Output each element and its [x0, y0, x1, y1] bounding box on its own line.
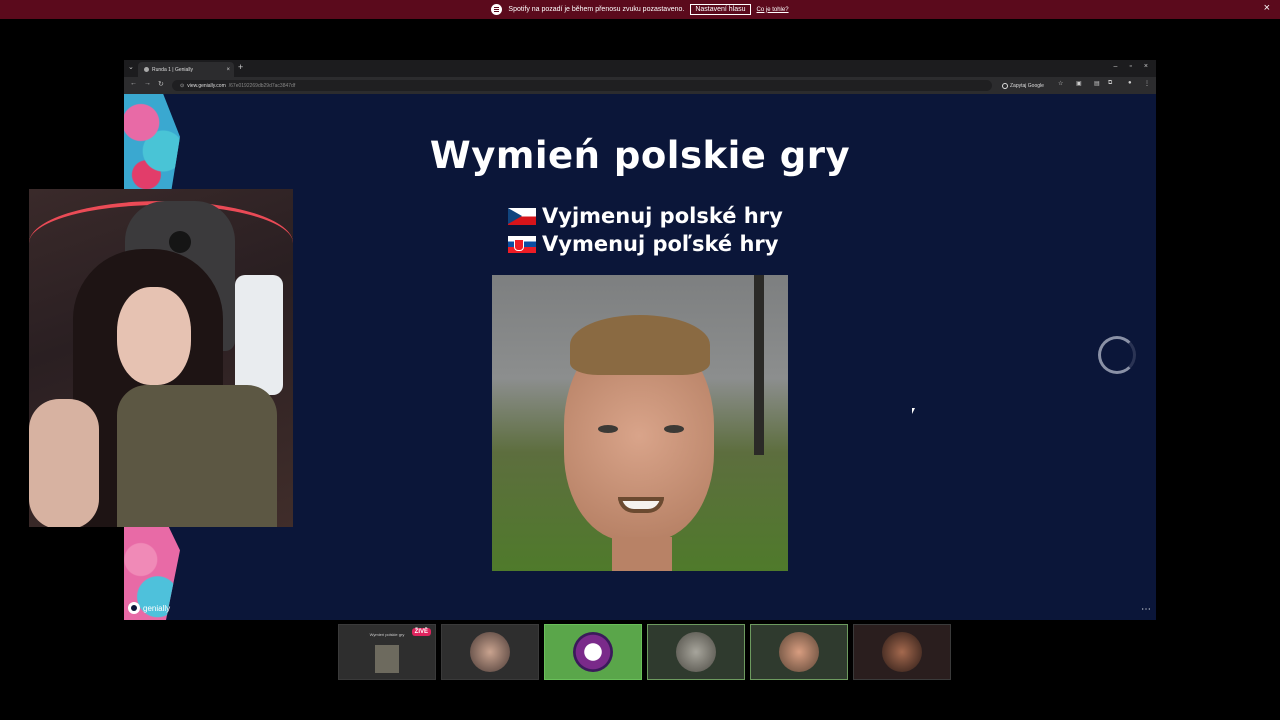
participant-tile[interactable] — [441, 624, 539, 680]
participant-tile-slide[interactable]: Wymień polskie gry ŽIVĚ — [338, 624, 436, 680]
streamer-shirt — [117, 385, 277, 527]
search-google-label: Zapytaj Google — [1010, 82, 1044, 89]
window-controls: – ▫ × — [1114, 63, 1148, 70]
portrait-image — [492, 275, 788, 571]
participant-tile[interactable] — [544, 624, 642, 680]
streamer-face — [117, 287, 191, 385]
webcam-feed — [29, 189, 293, 527]
new-tab-icon[interactable]: + — [238, 63, 243, 72]
hair — [570, 315, 710, 375]
participant-tile[interactable] — [647, 624, 745, 680]
avatar — [779, 632, 819, 672]
spotify-icon — [491, 4, 503, 15]
avatar — [676, 632, 716, 672]
tab-title: Runda 1 | Genially — [152, 66, 194, 73]
neck — [612, 537, 672, 571]
back-icon[interactable]: ← — [130, 80, 137, 87]
genially-favicon-icon — [144, 67, 149, 72]
minimize-icon[interactable]: – — [1114, 63, 1118, 70]
slovak-flag-icon — [508, 235, 536, 253]
avatar — [470, 632, 510, 672]
participant-tile[interactable] — [853, 624, 951, 680]
google-icon — [1002, 82, 1008, 89]
url-path: /67e0192269db29d7ac3847df — [228, 82, 296, 89]
browser-menu-icon[interactable]: ⋮ — [1144, 80, 1150, 87]
participant-tile[interactable] — [750, 624, 848, 680]
bookmark-star-icon[interactable]: ☆ — [1058, 80, 1063, 87]
address-bar[interactable]: ⊙ view.genially.com/67e0192269db29d7ac38… — [172, 80, 992, 91]
mouse-cursor-icon — [912, 408, 915, 414]
browser-toolbar: ← → ↻ ⊙ view.genially.com/67e0192269db29… — [124, 77, 1156, 94]
extension-icon[interactable]: ▤ — [1094, 80, 1100, 87]
microphone — [235, 275, 283, 395]
extensions-puzzle-icon[interactable]: ⧉ — [1108, 80, 1112, 87]
slide-title: Wymień polskie gry — [429, 134, 851, 177]
tab-search-icon[interactable]: ⌄ — [128, 63, 134, 71]
slide-thumb-image — [375, 645, 399, 673]
genially-logo-icon — [128, 602, 140, 614]
subtitle-czech: Vyjmenuj polské hry — [508, 204, 783, 228]
loading-spinner-icon — [1098, 336, 1136, 374]
eye — [598, 425, 618, 433]
czech-flag-icon — [508, 207, 536, 225]
more-options-icon[interactable]: ⋯ — [1141, 604, 1152, 615]
live-badge: ŽIVĚ — [411, 628, 431, 636]
voice-settings-button[interactable]: Nastavení hlasu — [690, 4, 751, 15]
site-info-icon[interactable]: ⊙ — [180, 83, 184, 89]
extension-icon[interactable]: ▣ — [1076, 80, 1082, 87]
search-google-button[interactable]: Zapytaj Google — [1002, 80, 1044, 91]
restore-icon[interactable]: ▫ — [1129, 63, 1131, 70]
tattooed-arm — [29, 399, 99, 527]
tab-close-icon[interactable]: × — [226, 67, 230, 73]
tab-strip: ⌄ Runda 1 | Genially × + – ▫ × — [124, 60, 1156, 77]
close-icon[interactable]: × — [1264, 3, 1270, 14]
genially-brand-label: genially — [143, 603, 171, 613]
window-close-icon[interactable]: × — [1144, 63, 1148, 70]
forward-icon[interactable]: → — [144, 80, 151, 87]
url-domain: view.genially.com — [187, 82, 226, 89]
what-is-this-link[interactable]: Co je tohle? — [757, 7, 789, 13]
eye — [664, 425, 684, 433]
browser-tab[interactable]: Runda 1 | Genially × — [138, 62, 234, 77]
reload-icon[interactable]: ↻ — [158, 80, 164, 88]
profile-avatar-icon[interactable]: ● — [1128, 80, 1132, 86]
avatar — [573, 632, 613, 672]
subtitle-slovak-text: Vymenuj poľské hry — [542, 232, 779, 256]
genially-brand[interactable]: genially — [128, 602, 170, 614]
participant-strip: Wymień polskie gry ŽIVĚ — [338, 624, 951, 680]
avatar — [882, 632, 922, 672]
chair-logo — [169, 231, 191, 253]
subtitle-slovak: Vymenuj poľské hry — [508, 232, 778, 256]
tree-trunk — [754, 275, 764, 455]
subtitle-czech-text: Vyjmenuj polské hry — [542, 204, 783, 228]
notification-message: Spotify na pozadí je během přenosu zvuku… — [508, 6, 685, 13]
spotify-notification-bar: Spotify na pozadí je během přenosu zvuku… — [0, 0, 1280, 19]
